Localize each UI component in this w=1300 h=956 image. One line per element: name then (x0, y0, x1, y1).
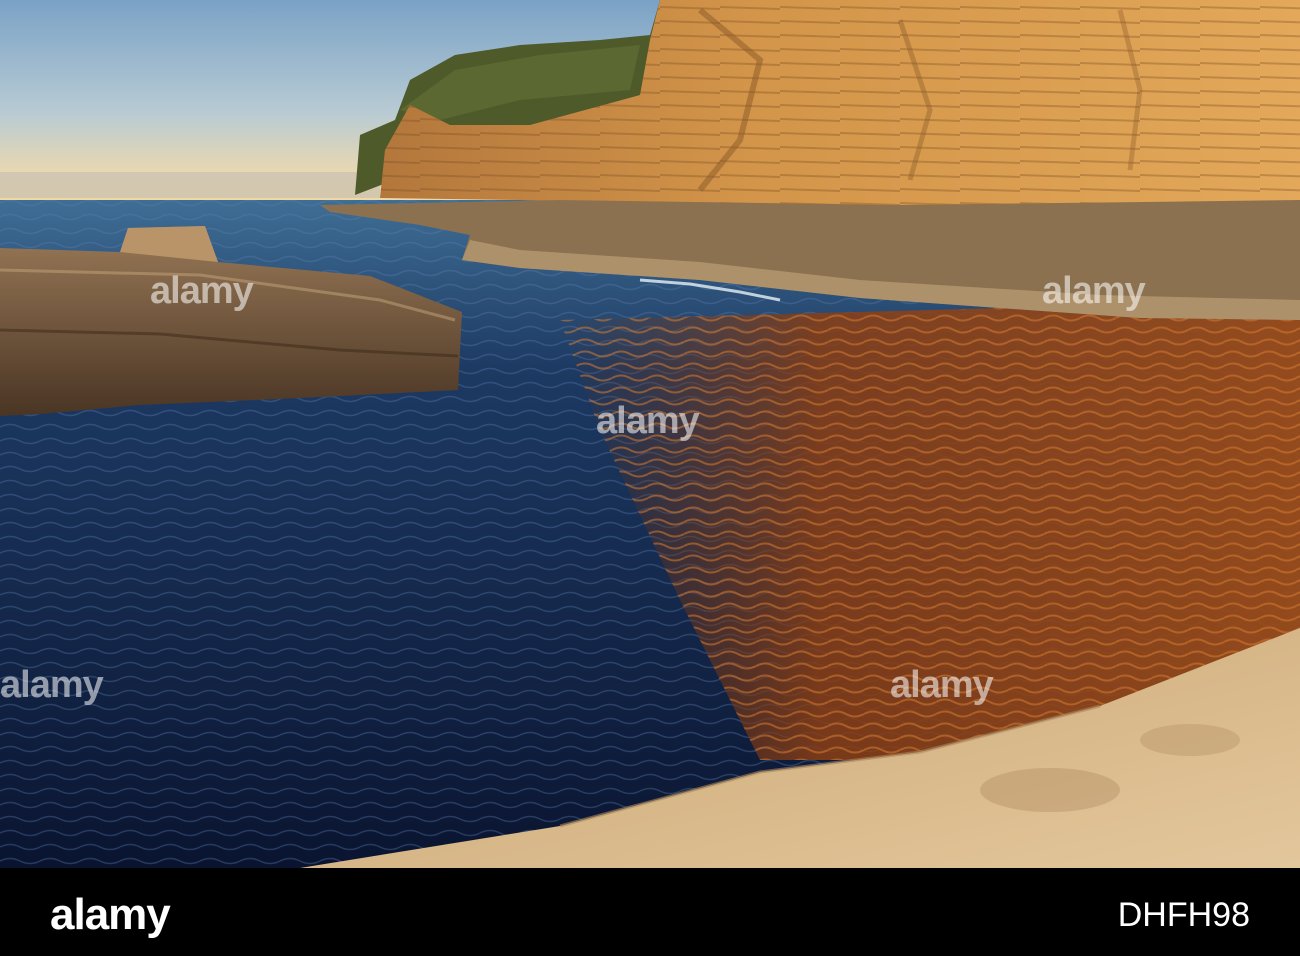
watermark: alamy (1042, 270, 1146, 312)
watermark: alamy (596, 400, 700, 442)
watermark: alamy (890, 664, 994, 706)
brand-logo[interactable]: alamy (50, 890, 171, 940)
watermark: alamy (0, 664, 104, 706)
photo: alamy alamy alamy alamy alamy (0, 0, 1300, 868)
image-code: DHFH98 (1117, 896, 1250, 934)
watermark: alamy (150, 270, 254, 312)
horizon-clouds (0, 172, 380, 198)
footer-bar: alamy DHFH98 (0, 868, 1300, 956)
